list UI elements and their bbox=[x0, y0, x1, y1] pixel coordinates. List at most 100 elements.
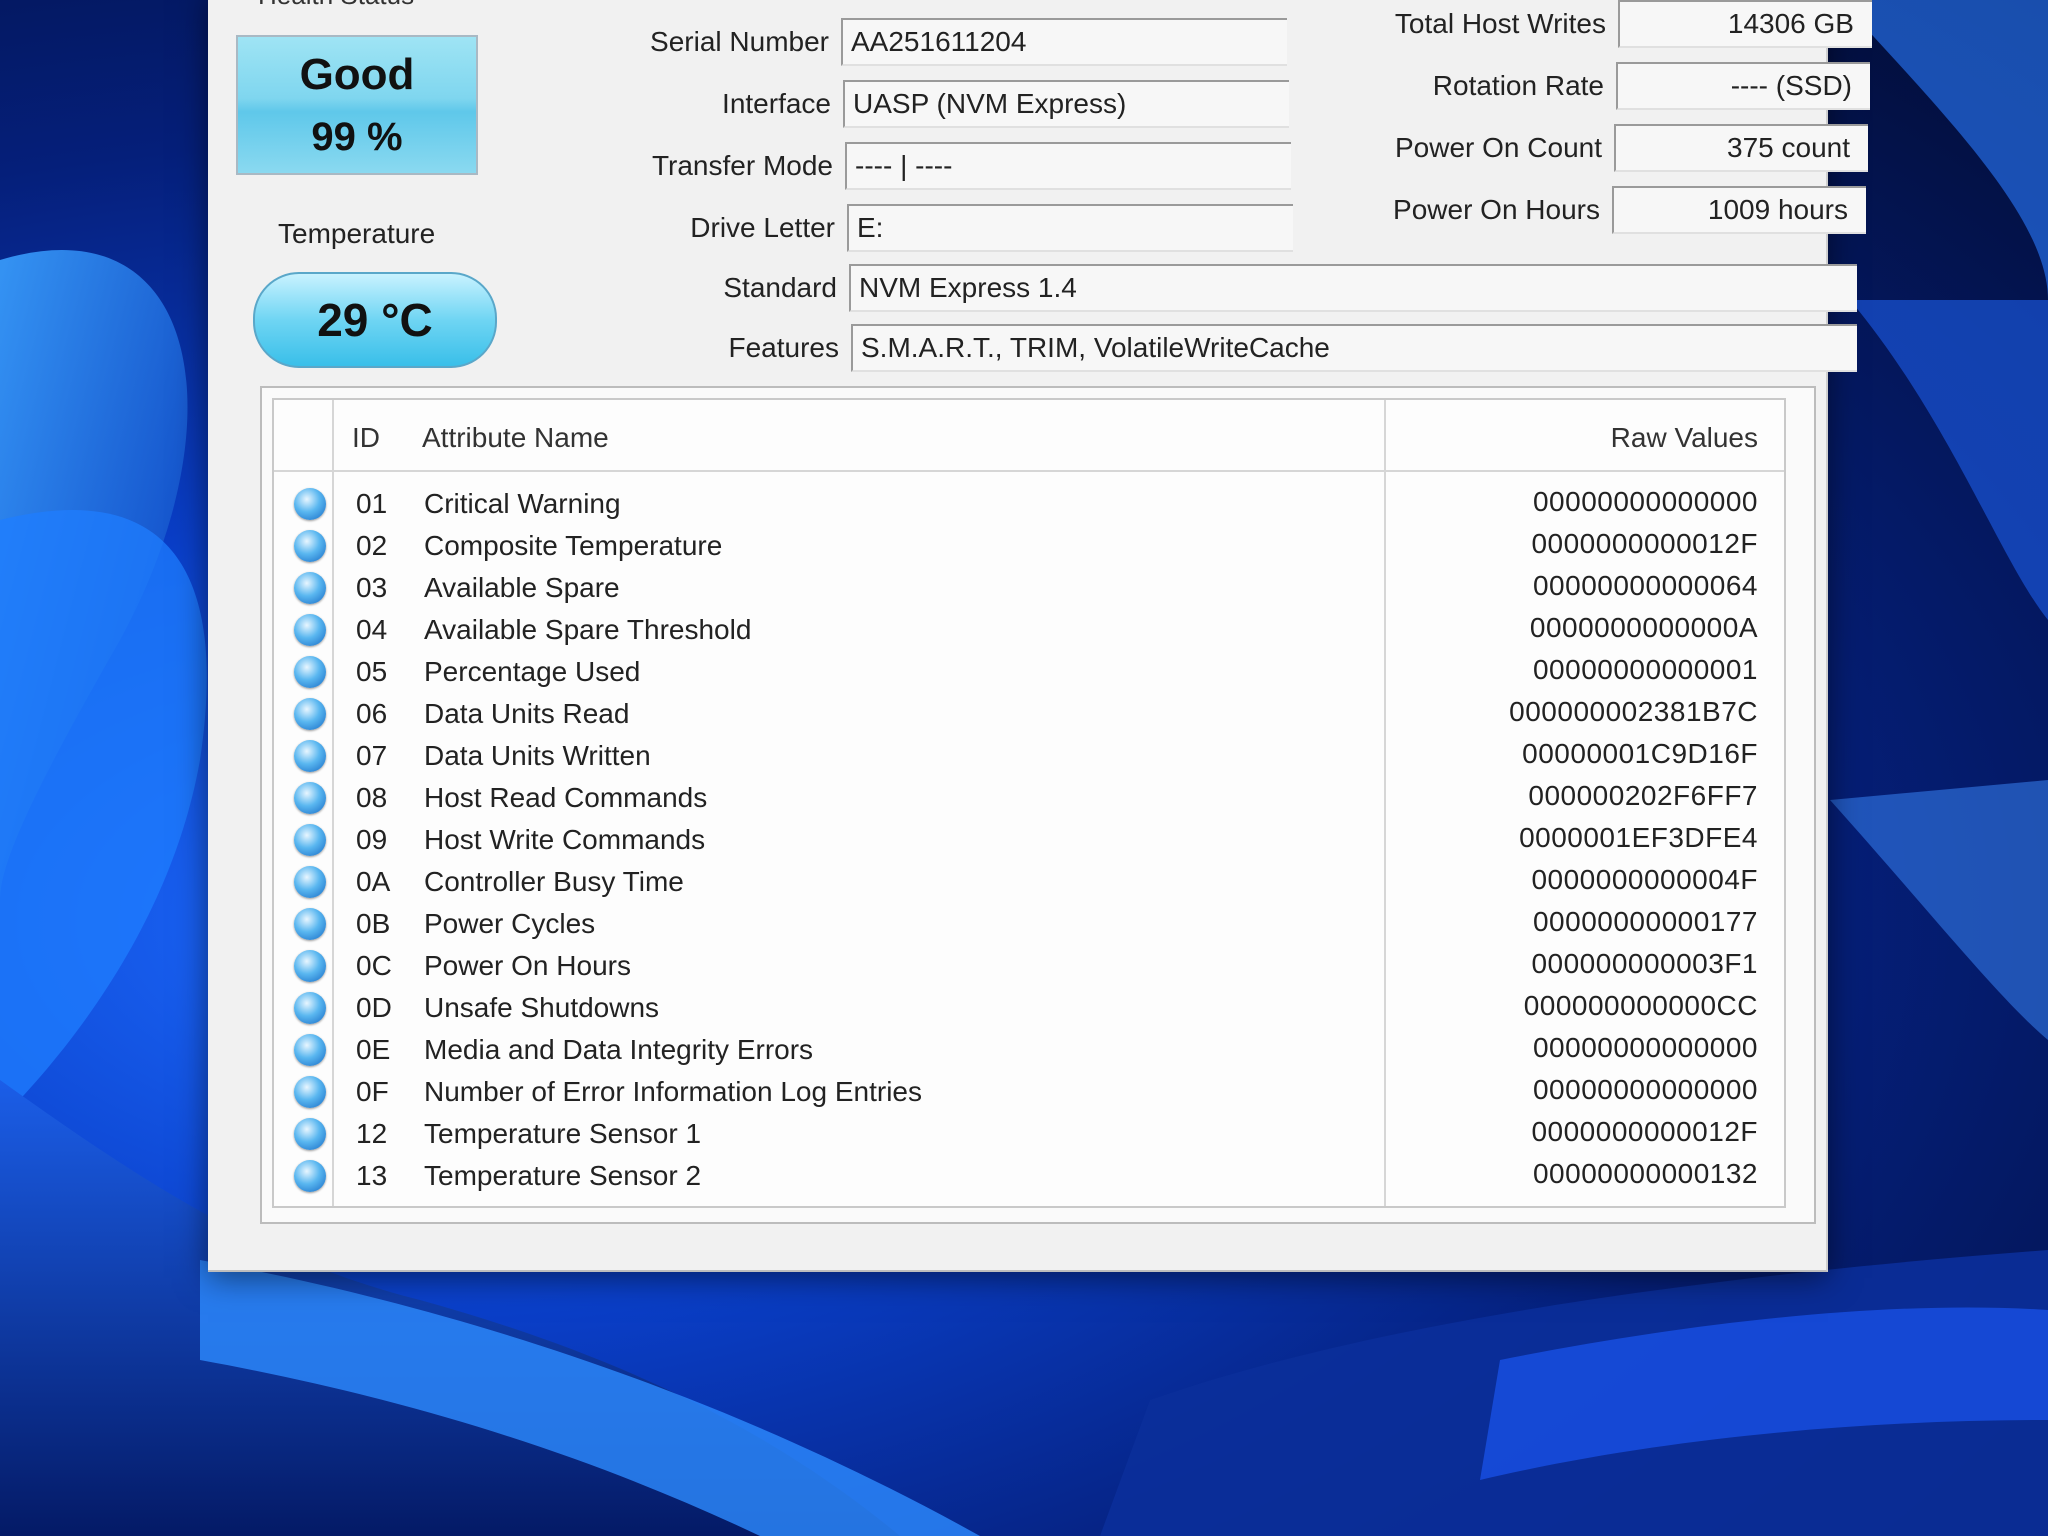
attribute-raw-value: 0000000000004F bbox=[1531, 864, 1758, 895]
status-dot-icon bbox=[294, 1118, 326, 1150]
smart-attribute-table[interactable]: ID Attribute Name Raw Values 01 Critical … bbox=[272, 398, 1786, 1208]
attribute-id: 0B bbox=[356, 908, 391, 939]
status-dot-icon bbox=[294, 824, 326, 856]
attribute-raw-value: 00000000000000 bbox=[1532, 1032, 1758, 1063]
total-host-writes-label: Total Host Writes bbox=[1394, 8, 1606, 39]
attribute-raw-value: 00000000000132 bbox=[1532, 1158, 1758, 1189]
power-on-hours-field[interactable]: 1009 hours bbox=[1612, 186, 1866, 234]
attribute-raw-value: 0000001EF3DFE4 bbox=[1519, 822, 1758, 853]
attribute-raw-value: 00000001C9D16F bbox=[1522, 738, 1758, 769]
health-status-badge[interactable]: Good 99 % bbox=[236, 35, 478, 175]
table-row[interactable]: 13 Temperature Sensor 2 00000000000132 bbox=[274, 1154, 1784, 1196]
attribute-name: Data Units Read bbox=[424, 698, 630, 729]
power-on-count-field[interactable]: 375 count bbox=[1614, 124, 1868, 172]
table-row[interactable]: 0B Power Cycles 00000000000177 bbox=[274, 902, 1784, 944]
attribute-raw-value: 000000000003F1 bbox=[1531, 948, 1758, 979]
table-row[interactable]: 12 Temperature Sensor 1 0000000000012F bbox=[274, 1112, 1784, 1154]
column-header-attribute-name[interactable]: Attribute Name bbox=[422, 422, 609, 454]
table-row[interactable]: 05 Percentage Used 00000000000001 bbox=[274, 650, 1784, 692]
status-dot-icon bbox=[294, 866, 326, 898]
attribute-raw-value: 000000002381B7C bbox=[1509, 696, 1758, 727]
drive-letter-field[interactable]: E: bbox=[847, 204, 1293, 252]
column-header-raw-values[interactable]: Raw Values bbox=[1611, 422, 1758, 454]
attribute-id: 0C bbox=[356, 950, 392, 981]
transfer-mode-label: Transfer Mode bbox=[651, 150, 833, 181]
attribute-id: 12 bbox=[356, 1118, 388, 1149]
attribute-raw-value: 00000000000001 bbox=[1532, 654, 1758, 685]
rotation-rate-label: Rotation Rate bbox=[1432, 70, 1604, 101]
temperature-label: Temperature bbox=[278, 218, 436, 249]
standard-label: Standard bbox=[723, 272, 837, 303]
attribute-id: 03 bbox=[356, 572, 388, 603]
attribute-raw-value: 00000000000000 bbox=[1532, 1074, 1758, 1105]
temperature-badge[interactable]: 29 °C bbox=[253, 272, 497, 368]
attribute-name: Power Cycles bbox=[424, 908, 596, 939]
attribute-id: 13 bbox=[356, 1160, 388, 1191]
table-row[interactable]: 0D Unsafe Shutdowns 000000000000CC bbox=[274, 986, 1784, 1028]
rotation-rate-field[interactable]: ---- (SSD) bbox=[1616, 62, 1870, 110]
table-row[interactable]: 0E Media and Data Integrity Errors 0000000… bbox=[274, 1028, 1784, 1070]
attribute-id: 04 bbox=[356, 614, 388, 645]
crystaldiskinfo-window: Health Status Good 99 % Temperature 29 °… bbox=[208, 0, 1872, 1272]
status-dot-icon bbox=[294, 992, 326, 1024]
interface-field[interactable]: UASP (NVM Express) bbox=[843, 80, 1289, 128]
attribute-name: Temperature Sensor 2 bbox=[424, 1160, 702, 1191]
power-on-hours-label: Power On Hours bbox=[1393, 194, 1600, 225]
attribute-name: Available Spare Threshold bbox=[424, 614, 752, 645]
status-dot-icon bbox=[294, 1160, 326, 1192]
column-header-id[interactable]: ID bbox=[352, 422, 380, 454]
table-row[interactable]: 08 Host Read Commands 000000202F6FF7 bbox=[274, 776, 1784, 818]
drive-letter-label: Drive Letter bbox=[690, 212, 835, 243]
attribute-id: 08 bbox=[356, 782, 388, 813]
attribute-name: Host Read Commands bbox=[424, 782, 708, 813]
attribute-name: Power On Hours bbox=[424, 950, 631, 981]
table-row[interactable]: 0A Controller Busy Time 0000000000004F bbox=[274, 860, 1784, 902]
attribute-raw-value: 0000000000000A bbox=[1529, 612, 1758, 643]
status-dot-icon bbox=[294, 1034, 326, 1066]
table-row[interactable]: 06 Data Units Read 000000002381B7C bbox=[274, 692, 1784, 734]
table-row[interactable]: 0F Number of Error Information Log Entrie… bbox=[274, 1070, 1784, 1112]
table-row[interactable]: 07 Data Units Written 00000001C9D16F bbox=[274, 734, 1784, 776]
attribute-id: 09 bbox=[356, 824, 388, 855]
power-on-count-label: Power On Count bbox=[1395, 132, 1602, 163]
attribute-raw-value: 0000000000012F bbox=[1531, 528, 1758, 559]
attribute-raw-value: 00000000000177 bbox=[1532, 906, 1758, 937]
interface-label: Interface bbox=[722, 88, 831, 119]
attribute-name: Temperature Sensor 1 bbox=[424, 1118, 702, 1149]
attribute-name: Controller Busy Time bbox=[424, 866, 684, 897]
attribute-raw-value: 000000202F6FF7 bbox=[1528, 780, 1758, 811]
standard-field[interactable]: NVM Express 1.4 bbox=[849, 264, 1857, 312]
status-dot-icon bbox=[294, 740, 326, 772]
table-row[interactable]: 01 Critical Warning 00000000000000 bbox=[274, 482, 1784, 524]
attribute-raw-value: 000000000000CC bbox=[1523, 990, 1758, 1021]
table-row[interactable]: 03 Available Spare 00000000000064 bbox=[274, 566, 1784, 608]
features-field[interactable]: S.M.A.R.T., TRIM, VolatileWriteCache bbox=[851, 324, 1857, 372]
attribute-id: 05 bbox=[356, 656, 388, 687]
attribute-raw-value: 00000000000000 bbox=[1532, 486, 1758, 517]
status-dot-icon bbox=[294, 614, 326, 646]
total-host-writes-field[interactable]: 14306 GB bbox=[1618, 0, 1872, 48]
status-dot-icon bbox=[294, 572, 326, 604]
attribute-name: Composite Temperature bbox=[424, 530, 723, 561]
table-row[interactable]: 02 Composite Temperature 0000000000012F bbox=[274, 524, 1784, 566]
status-dot-icon bbox=[294, 656, 326, 688]
attribute-name: Available Spare bbox=[424, 572, 620, 603]
attribute-id: 07 bbox=[356, 740, 388, 771]
serial-number-field[interactable]: AA251611204 bbox=[841, 18, 1287, 66]
table-row[interactable]: 0C Power On Hours 000000000003F1 bbox=[274, 944, 1784, 986]
attribute-id: 0E bbox=[356, 1034, 391, 1065]
attribute-id: 0A bbox=[356, 866, 391, 897]
status-dot-icon bbox=[294, 530, 326, 562]
features-label: Features bbox=[728, 332, 840, 363]
health-percent: 99 % bbox=[311, 115, 403, 159]
attribute-id: 0D bbox=[356, 992, 392, 1023]
smart-table-frame: ID Attribute Name Raw Values 01 Critical … bbox=[260, 386, 1816, 1224]
status-dot-icon bbox=[294, 950, 326, 982]
status-dot-icon bbox=[294, 782, 326, 814]
transfer-mode-field[interactable]: ---- | ---- bbox=[845, 142, 1291, 190]
status-dot-icon bbox=[294, 908, 326, 940]
attribute-id: 02 bbox=[356, 530, 388, 561]
table-row[interactable]: 04 Available Spare Threshold 0000000000000… bbox=[274, 608, 1784, 650]
attribute-name: Media and Data Integrity Errors bbox=[424, 1034, 814, 1065]
table-row[interactable]: 09 Host Write Commands 0000001EF3DFE4 bbox=[274, 818, 1784, 860]
